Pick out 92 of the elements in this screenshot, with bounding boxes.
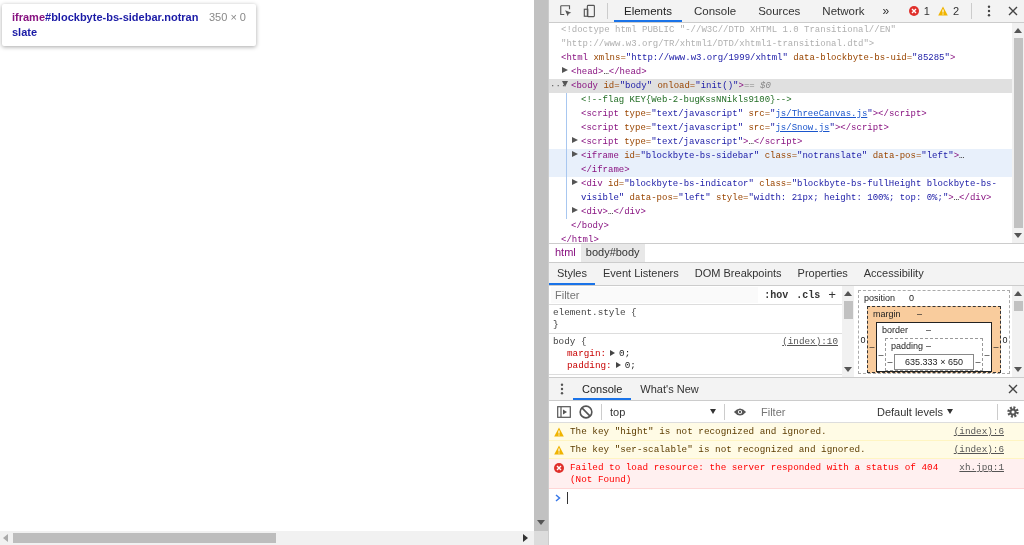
source-link[interactable]: (index):6 bbox=[953, 426, 1004, 438]
breadcrumb[interactable]: html bbox=[549, 244, 581, 262]
style-property[interactable]: padding: 0; bbox=[553, 360, 838, 372]
down-triangle-icon[interactable] bbox=[562, 81, 568, 87]
panel-tab[interactable]: Console bbox=[683, 0, 747, 22]
dom-tree-item[interactable]: <script type="text/javascript">…</script> bbox=[549, 135, 1012, 149]
sidebar-tab[interactable]: Properties bbox=[789, 263, 856, 285]
dom-tree-item[interactable]: </html> bbox=[549, 233, 1012, 243]
source-link[interactable]: js/Snow.js bbox=[775, 123, 830, 133]
source-link[interactable]: js/ThreeCanvas.js bbox=[775, 109, 868, 119]
new-rule-button[interactable]: + bbox=[826, 287, 838, 303]
breadcrumb[interactable]: body#body bbox=[580, 244, 645, 262]
element-selector: iframe#blockbyte-bs-sidebar.notranslate bbox=[12, 10, 200, 40]
source-link[interactable]: (index):6 bbox=[953, 444, 1004, 456]
close-icon[interactable] bbox=[1008, 383, 1018, 395]
rule-selector: element.style { bbox=[553, 307, 637, 319]
dom-tree-item[interactable]: <iframe id="blockbyte-bs-sidebar" class="notranslate" data-pos="left">… </iframe> bbox=[549, 149, 1012, 177]
scrollbar-thumb[interactable] bbox=[843, 301, 853, 319]
dom-tree-item[interactable]: <div id="blockbyte-bs-indicator" class="blockbyte-bs-fullHeight blockbyte-bs-visible" data-pos="left" style="width: 21px; height: 100%; top: 0%;">…</div> bbox=[549, 177, 1012, 205]
device-icon[interactable] bbox=[583, 4, 597, 18]
scroll-up-icon[interactable] bbox=[844, 291, 852, 296]
sidebar-tab[interactable]: Styles bbox=[549, 263, 595, 285]
dom-tree-item[interactable]: </body> bbox=[549, 219, 1012, 233]
filter-field[interactable]: Filter bbox=[551, 287, 759, 303]
clear-icon[interactable] bbox=[579, 404, 593, 419]
panel-tab[interactable]: Sources bbox=[748, 0, 811, 22]
dom-tree-item[interactable]: <div>…</div> bbox=[549, 205, 1012, 219]
more-tabs-button[interactable]: » bbox=[876, 4, 896, 18]
vertical-scrollbar[interactable] bbox=[1012, 286, 1024, 377]
style-property[interactable]: margin: 0; bbox=[553, 348, 838, 360]
warning-icon bbox=[554, 427, 564, 437]
scroll-right-icon[interactable] bbox=[523, 534, 528, 542]
right-triangle-icon[interactable] bbox=[572, 207, 578, 213]
drawer-tab[interactable]: Console bbox=[573, 378, 632, 400]
right-triangle-icon[interactable] bbox=[572, 137, 578, 143]
vertical-scrollbar[interactable] bbox=[842, 286, 854, 377]
prompt-icon bbox=[555, 494, 561, 502]
source-link[interactable]: xh.jpg:1 bbox=[959, 462, 1004, 474]
dom-tree-item[interactable]: ··· <body id="body" onload="init()">== $0 bbox=[549, 79, 1012, 93]
error-icon[interactable] bbox=[908, 6, 919, 16]
content-size: 635.333 × 650 bbox=[894, 354, 974, 370]
panel-tab[interactable]: Elements bbox=[614, 0, 682, 22]
error-count[interactable]: 1 bbox=[923, 5, 930, 17]
hover-state-button[interactable]: :hov bbox=[762, 289, 791, 301]
inspect-icon[interactable] bbox=[559, 4, 573, 18]
message-text: Failed to load resource: the server responded with a status of 404 (Not Found) bbox=[570, 462, 940, 486]
context-dropdown[interactable]: top bbox=[606, 405, 720, 418]
dom-tree-item[interactable]: <!--flag KEY{Web-2-bugKssNNikls9100}--> bbox=[549, 93, 1012, 107]
dom-tree-item[interactable]: <html xmlns="http://www.w3.org/1999/xhtml" data-blockbyte-bs-uid="85285"> bbox=[549, 51, 1012, 65]
scroll-down-icon[interactable] bbox=[1014, 233, 1022, 238]
scrollbar-thumb[interactable] bbox=[13, 533, 276, 543]
sidebar-tab[interactable]: DOM Breakpoints bbox=[686, 263, 790, 285]
warning-icon bbox=[554, 445, 564, 455]
border-box: border – – padding – – 635.333 × 650 – – bbox=[876, 322, 992, 372]
sidebar-tab[interactable]: Event Listeners bbox=[594, 263, 687, 285]
error-icon bbox=[554, 463, 564, 473]
horizontal-scrollbar[interactable] bbox=[0, 531, 534, 545]
warning-count[interactable]: 2 bbox=[952, 5, 959, 17]
margin-box: margin – – border – – padding – – 635.333 × 650 – – – bbox=[867, 306, 1001, 373]
element-size: 350 × 0 bbox=[209, 10, 246, 25]
source-link[interactable]: (index):10 bbox=[782, 336, 838, 348]
rule-selector: body { bbox=[553, 336, 587, 348]
scrollbar-thumb[interactable] bbox=[1013, 38, 1023, 228]
message-text: The key "hight" is not recognized and ignored. bbox=[570, 426, 828, 438]
dom-tree-item[interactable]: <script type="text/javascript" src="js/Snow.js"></script> bbox=[549, 121, 1012, 135]
scroll-down-icon[interactable] bbox=[844, 367, 852, 372]
dom-tree-item[interactable]: <script type="text/javascript" src="js/ThreeCanvas.js"></script> bbox=[549, 107, 1012, 121]
rule-brace: } bbox=[553, 319, 560, 331]
scrollbar-corner bbox=[534, 531, 548, 545]
panel-tab[interactable]: Network bbox=[812, 0, 875, 22]
sidebar-toggle-icon[interactable] bbox=[557, 404, 571, 419]
text-cursor bbox=[567, 492, 568, 504]
scrollbar-thumb[interactable] bbox=[1013, 301, 1023, 311]
settings-icon[interactable] bbox=[1006, 404, 1020, 419]
position-box: position 0 0 margin – – border – – padding – – 635.333 × 650 – – – 0 bbox=[858, 290, 1010, 374]
sidebar-tab[interactable]: Accessibility bbox=[855, 263, 932, 285]
right-triangle-icon[interactable] bbox=[572, 179, 578, 185]
dom-tree-item[interactable]: <head>…</head> bbox=[549, 65, 1012, 79]
message-text: The key "ser-scalable" is not recognized and ignored. bbox=[570, 444, 867, 456]
drawer-tab[interactable]: What's New bbox=[631, 378, 708, 400]
class-button[interactable]: .cls bbox=[794, 289, 823, 301]
close-icon[interactable] bbox=[1008, 5, 1018, 17]
right-triangle-icon[interactable] bbox=[562, 67, 568, 73]
scroll-down-icon[interactable] bbox=[1014, 367, 1022, 372]
right-triangle-icon[interactable] bbox=[572, 151, 578, 157]
padding-box: padding – – 635.333 × 650 – bbox=[885, 338, 983, 371]
scroll-down-icon[interactable] bbox=[537, 520, 545, 525]
levels-dropdown[interactable]: Default levels bbox=[877, 405, 954, 418]
vertical-scrollbar[interactable] bbox=[1012, 23, 1024, 243]
scroll-up-icon[interactable] bbox=[1014, 291, 1022, 296]
scroll-up-icon[interactable] bbox=[1014, 28, 1022, 33]
vertical-scrollbar[interactable] bbox=[534, 0, 548, 531]
